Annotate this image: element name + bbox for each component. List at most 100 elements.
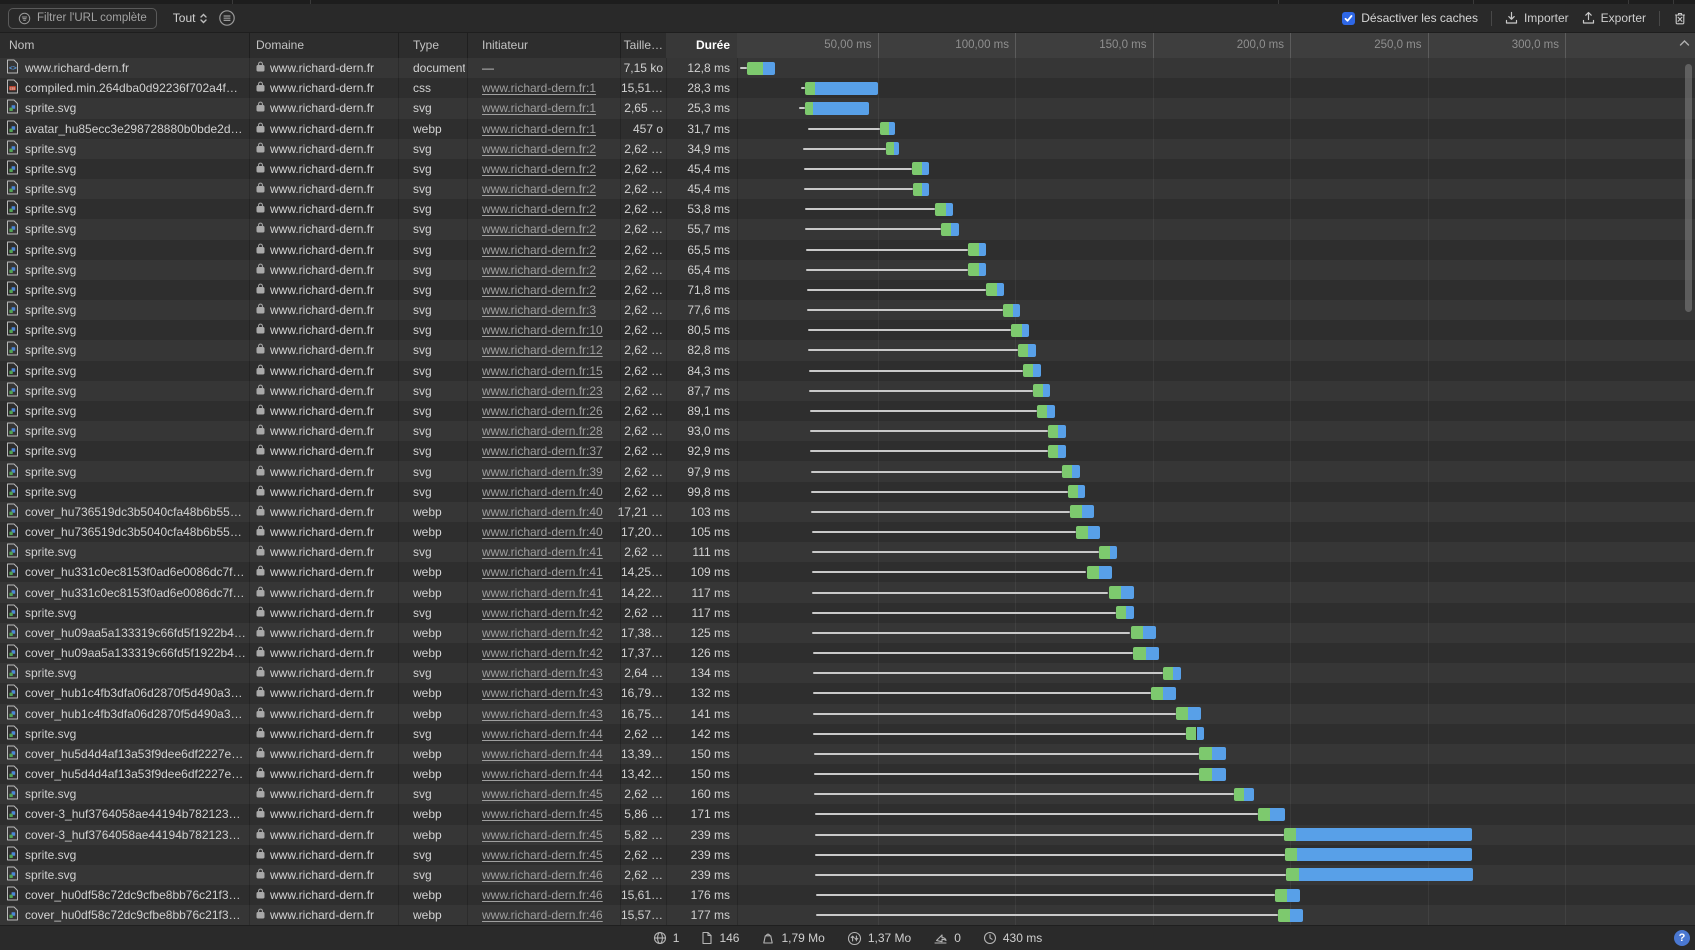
table-row[interactable]: cover_hub1c4fb3dfa06d2870f5d490a3…www.ri…: [0, 683, 1695, 703]
table-row[interactable]: sprite.svgwww.richard-dern.frsvgwww.rich…: [0, 280, 1695, 300]
timeline-gridline: [1428, 280, 1429, 300]
column-header-type[interactable]: Type: [413, 33, 439, 58]
table-row[interactable]: sprite.svgwww.richard-dern.frsvgwww.rich…: [0, 441, 1695, 461]
timeline-gridline: [1428, 119, 1429, 139]
table-row[interactable]: sprite.svgwww.richard-dern.frsvgwww.rich…: [0, 482, 1695, 502]
timeline-gridline: [1015, 240, 1016, 260]
table-row[interactable]: sprite.svgwww.richard-dern.frsvgwww.rich…: [0, 845, 1695, 865]
resource-type-select[interactable]: Tout: [173, 11, 209, 25]
type-cell: webp: [413, 623, 465, 643]
table-row[interactable]: sprite.svgwww.richard-dern.frsvgwww.rich…: [0, 461, 1695, 481]
scrollbar[interactable]: [1685, 64, 1692, 312]
type-cell: svg: [413, 482, 465, 502]
table-row[interactable]: sprite.svgwww.richard-dern.frsvgwww.rich…: [0, 663, 1695, 683]
lock-icon: [256, 707, 265, 721]
table-row[interactable]: sprite.svgwww.richard-dern.frsvgwww.rich…: [0, 421, 1695, 441]
table-row[interactable]: cover_hu0df58c72dc9cfbe8bb76c21f3…www.ri…: [0, 905, 1695, 925]
table-row[interactable]: cover_hu736519dc3b5040cfa48b6b55…www.ric…: [0, 522, 1695, 542]
table-row[interactable]: sprite.svgwww.richard-dern.frsvgwww.rich…: [0, 603, 1695, 623]
table-row[interactable]: cover_hu0df58c72dc9cfbe8bb76c21f3…www.ri…: [0, 885, 1695, 905]
request-name: cover_hu09aa5a133319c66fd5f1922b4…: [25, 626, 246, 640]
waterfall-waiting-line: [804, 168, 912, 170]
timeline-gridline: [1565, 219, 1566, 239]
lock-icon: [256, 565, 265, 579]
table-row[interactable]: sprite.svgwww.richard-dern.frsvgwww.rich…: [0, 381, 1695, 401]
column-header-taille[interactable]: Taille…: [598, 33, 663, 58]
column-header-initiateur[interactable]: Initiateur: [482, 33, 528, 58]
waterfall-response-bar: [1188, 707, 1201, 720]
table-row[interactable]: sprite.svgwww.richard-dern.frsvgwww.rich…: [0, 199, 1695, 219]
waterfall-response-bar: [1078, 485, 1085, 498]
domain-cell: www.richard-dern.fr: [256, 865, 396, 885]
table-row[interactable]: sprite.svgwww.richard-dern.frsvgwww.rich…: [0, 98, 1695, 118]
table-row[interactable]: cover_hu736519dc3b5040cfa48b6b55…www.ric…: [0, 502, 1695, 522]
domain-cell: www.richard-dern.fr: [256, 58, 396, 78]
duration-cell: 239 ms: [664, 865, 730, 885]
domain-cell: www.richard-dern.fr: [256, 522, 396, 542]
table-row[interactable]: sprite.svgwww.richard-dern.frsvgwww.rich…: [0, 784, 1695, 804]
waterfall-cell: [737, 58, 1695, 78]
document-image-icon: [6, 563, 19, 581]
table-row[interactable]: sprite.svgwww.richard-dern.frsvgwww.rich…: [0, 179, 1695, 199]
table-row[interactable]: cover_hu5d4d4af13a53f9dee6df2227e…www.ri…: [0, 744, 1695, 764]
timeline-gridline: [1565, 885, 1566, 905]
waterfall-request-bar: [1284, 828, 1296, 841]
table-row[interactable]: sprite.svgwww.richard-dern.frsvgwww.rich…: [0, 219, 1695, 239]
table-row[interactable]: <>www.richard-dern.frwww.richard-dern.fr…: [0, 58, 1695, 78]
table-row[interactable]: sprite.svgwww.richard-dern.frsvgwww.rich…: [0, 865, 1695, 885]
table-row[interactable]: cover_hu09aa5a133319c66fd5f1922b4…www.ri…: [0, 643, 1695, 663]
timeline-gridline: [1290, 804, 1291, 824]
table-row[interactable]: cover-3_huf3764058ae44194b782123…www.ric…: [0, 804, 1695, 824]
column-header-duree[interactable]: Durée: [666, 33, 737, 58]
clear-network-items-icon[interactable]: [1673, 11, 1687, 26]
table-row[interactable]: csscompiled.min.264dba0d92236f702a4f…www…: [0, 78, 1695, 98]
domain-value: www.richard-dern.fr: [270, 606, 374, 620]
toolbar-actions: Désactiver les caches Importer Exporter: [1342, 11, 1687, 26]
table-row[interactable]: cover_hu331c0ec8153f0ad6e0086dc7f…www.ri…: [0, 582, 1695, 602]
table-row[interactable]: cover_hub1c4fb3dfa06d2870f5d490a3…www.ri…: [0, 704, 1695, 724]
url-filter-input[interactable]: Filtrer l'URL complète: [8, 8, 157, 29]
column-header-domaine[interactable]: Domaine: [256, 33, 304, 58]
size-cell: 15,51…: [576, 78, 663, 98]
table-row[interactable]: cover_hu5d4d4af13a53f9dee6df2227e…www.ri…: [0, 764, 1695, 784]
help-button[interactable]: ?: [1674, 930, 1690, 946]
table-row[interactable]: sprite.svgwww.richard-dern.frsvgwww.rich…: [0, 542, 1695, 562]
table-row[interactable]: sprite.svgwww.richard-dern.frsvgwww.rich…: [0, 401, 1695, 421]
table-row[interactable]: sprite.svgwww.richard-dern.frsvgwww.rich…: [0, 240, 1695, 260]
table-row[interactable]: sprite.svgwww.richard-dern.frsvgwww.rich…: [0, 320, 1695, 340]
table-row[interactable]: avatar_hu85ecc3e298728880b0bde2d…www.ric…: [0, 119, 1695, 139]
timeline-gridline: [1428, 643, 1429, 663]
waterfall-waiting-line: [813, 733, 1186, 735]
document-image-icon: [6, 604, 19, 622]
waterfall-response-bar: [1173, 667, 1181, 680]
disable-caches-toggle[interactable]: Désactiver les caches: [1342, 11, 1478, 25]
table-row[interactable]: sprite.svgwww.richard-dern.frsvgwww.rich…: [0, 340, 1695, 360]
type-cell: svg: [413, 784, 465, 804]
table-row[interactable]: sprite.svgwww.richard-dern.frsvgwww.rich…: [0, 139, 1695, 159]
filter-options-icon[interactable]: [218, 9, 236, 27]
document-image-icon: [6, 846, 19, 864]
table-row[interactable]: sprite.svgwww.richard-dern.frsvgwww.rich…: [0, 300, 1695, 320]
table-row[interactable]: sprite.svgwww.richard-dern.frsvgwww.rich…: [0, 159, 1695, 179]
table-row[interactable]: cover_hu09aa5a133319c66fd5f1922b4…www.ri…: [0, 623, 1695, 643]
domain-cell: www.richard-dern.fr: [256, 542, 396, 562]
resource-type-value: Tout: [173, 11, 196, 25]
type-cell: svg: [413, 865, 465, 885]
import-button[interactable]: Importer: [1505, 11, 1569, 25]
timeline-gridline: [1565, 502, 1566, 522]
domain-value: www.richard-dern.fr: [270, 888, 374, 902]
request-name-cell: avatar_hu85ecc3e298728880b0bde2d…: [6, 119, 246, 139]
table-row[interactable]: sprite.svgwww.richard-dern.frsvgwww.rich…: [0, 260, 1695, 280]
waterfall-cell: [737, 240, 1695, 260]
table-row[interactable]: cover_hu331c0ec8153f0ad6e0086dc7f…www.ri…: [0, 562, 1695, 582]
table-row[interactable]: cover-3_huf3764058ae44194b782123…www.ric…: [0, 825, 1695, 845]
column-header-nom[interactable]: Nom: [9, 33, 34, 58]
table-row[interactable]: sprite.svgwww.richard-dern.frsvgwww.rich…: [0, 361, 1695, 381]
timeline-gridline: [1428, 482, 1429, 502]
type-cell: webp: [413, 804, 465, 824]
export-button[interactable]: Exporter: [1582, 11, 1646, 25]
chevron-up-down-icon: [199, 12, 208, 25]
table-row[interactable]: sprite.svgwww.richard-dern.frsvgwww.rich…: [0, 724, 1695, 744]
duration-cell: 89,1 ms: [664, 401, 730, 421]
chevron-up-icon[interactable]: [1679, 39, 1690, 47]
